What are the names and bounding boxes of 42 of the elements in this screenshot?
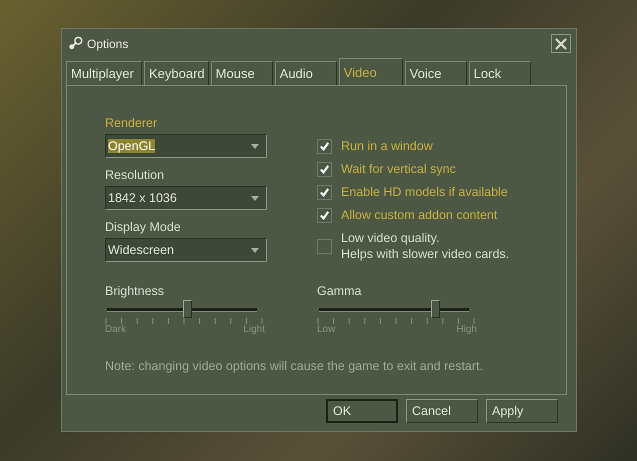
checkbox[interactable] [317,208,332,222]
slider-thumb[interactable] [430,300,440,318]
slider-min-label: Dark [105,324,126,335]
checkbox[interactable] [317,138,332,154]
window-title: Options [87,36,130,50]
dropdown[interactable]: OpenGL [105,134,267,158]
slider-min-label: Low [317,324,336,335]
checkbox[interactable] [317,184,332,200]
dropdown[interactable]: 1842 x 1036 [105,186,267,210]
dropdown[interactable]: Widescreen [105,238,267,262]
slider-thumb[interactable] [182,300,192,318]
caret-icon [251,248,259,252]
tab[interactable]: Mouse [210,61,273,85]
tab[interactable]: Keyboard [144,61,209,85]
tab[interactable]: Video [338,58,403,85]
note-text: Note: changing video options will cause the game to exit and restart. [105,359,484,373]
tick-marks-icon [317,318,475,324]
slider-label: Gamma [317,284,362,298]
dropdown-label: Renderer [105,116,158,130]
tick-marks-icon [105,318,263,324]
checkbox-label: Enable HD models if available [341,184,508,200]
tab[interactable]: Lock [468,61,531,85]
close-button[interactable] [551,34,571,53]
dropdown-label: Resolution [105,168,166,182]
checkbox-label: Wait for vertical sync [341,161,456,177]
tab[interactable]: Voice [404,61,467,85]
checkbox-label: Run in a window [341,138,433,154]
checkbox-label: Allow custom addon content [341,207,498,223]
tab[interactable]: Audio [274,61,337,85]
tab[interactable]: Multiplayer [66,61,142,85]
slider-max-label: Light [243,324,265,335]
slider-max-label: High [456,324,477,335]
caret-icon [250,144,259,148]
dialog-button[interactable]: Cancel [406,399,478,423]
caret-icon [251,196,259,200]
checkbox[interactable] [317,162,332,176]
checkbox-label: Low video quality. Helps with slower video cards. [341,230,510,262]
dialog-button[interactable]: OK [326,399,398,423]
slider-label: Brightness [105,284,166,298]
checkbox[interactable] [317,238,332,254]
dropdown-label: Display Mode [105,220,182,234]
dialog-button[interactable]: Apply [486,399,558,423]
